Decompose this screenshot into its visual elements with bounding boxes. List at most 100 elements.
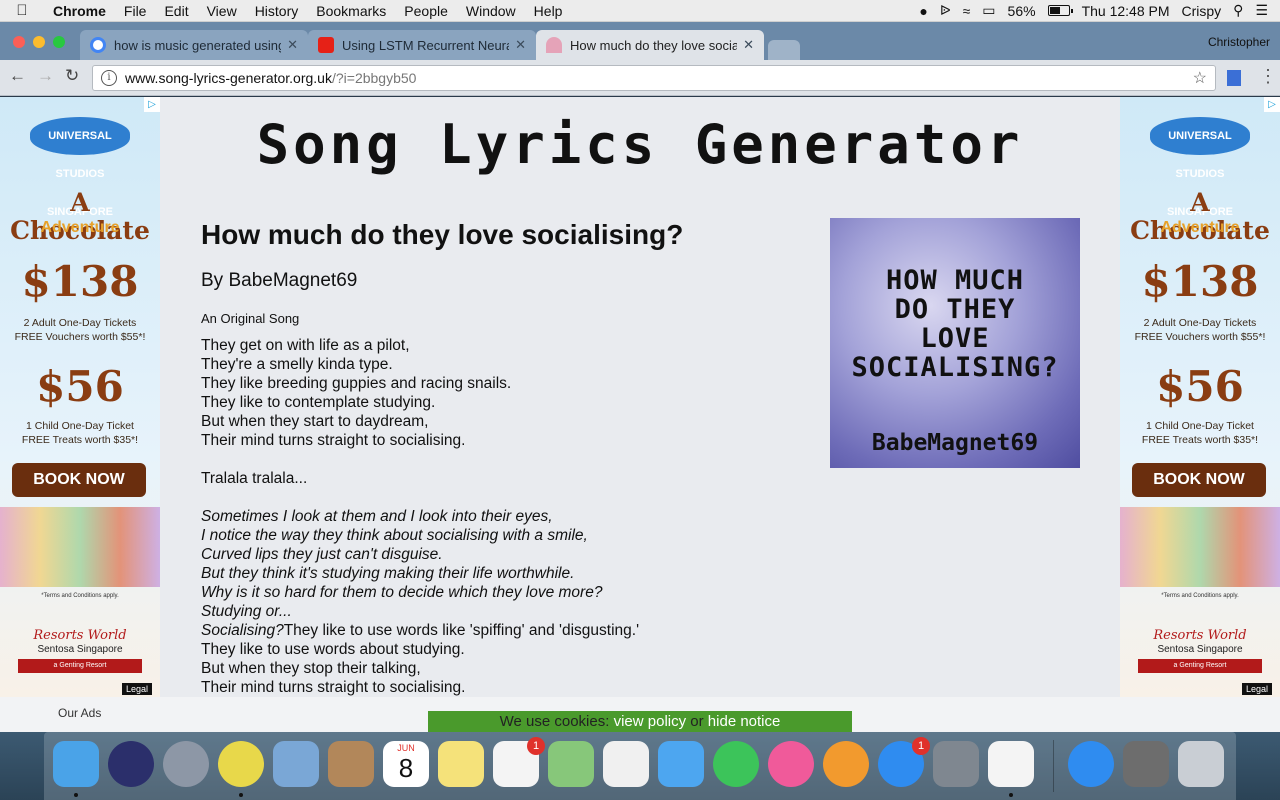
dock: JUN 8 1 1 — [0, 732, 1280, 800]
bookmark-star-icon[interactable]: ☆ — [1193, 68, 1207, 88]
tab-song-lyrics[interactable]: How much do they love sociali ✕ — [536, 30, 764, 60]
ad-book-now-button[interactable]: BOOK NOW — [1132, 463, 1266, 497]
apple-icon[interactable]:  — [0, 2, 44, 19]
dock-badge: 1 — [527, 737, 545, 755]
menu-view[interactable]: View — [198, 3, 246, 19]
photos-icon[interactable] — [603, 741, 649, 787]
google-icon — [90, 37, 106, 53]
right-ad-banner[interactable]: ▷ UNIVERSAL STUDIOS SINGAPORE A Chocolat… — [1120, 97, 1280, 697]
cookie-or: or — [690, 713, 704, 730]
tab-bar: how is music generated using ✕ Using LST… — [0, 22, 1280, 60]
itunes-icon[interactable] — [768, 741, 814, 787]
menu-edit[interactable]: Edit — [155, 3, 197, 19]
close-tab-icon[interactable]: ✕ — [287, 37, 298, 53]
notification-center-icon[interactable]: ☰ — [1255, 2, 1268, 19]
finder-icon[interactable] — [53, 741, 99, 787]
ad-brand-logo: UNIVERSAL STUDIOS SINGAPORE — [1150, 117, 1250, 218]
zoom-window-button[interactable] — [53, 36, 65, 48]
downloads-stack-icon[interactable] — [1123, 741, 1169, 787]
facetime-icon[interactable] — [713, 741, 759, 787]
contacts-icon[interactable] — [328, 741, 374, 787]
close-tab-icon[interactable]: ✕ — [515, 37, 526, 53]
address-bar[interactable]: i www.song-lyrics-generator.org.uk /?i=2… — [92, 65, 1216, 91]
site-title[interactable]: Song Lyrics Generator — [160, 113, 1120, 176]
ad-sponsor-name: Resorts World — [1153, 628, 1247, 643]
battery-icon[interactable] — [1047, 5, 1073, 16]
clock[interactable]: Thu 12:48 PM — [1082, 3, 1170, 19]
spotlight-icon[interactable]: ⚲ — [1233, 2, 1243, 19]
lyrics-line-text: Socialising? — [201, 622, 284, 639]
lyrics-stanza-gap — [201, 488, 761, 507]
launchpad-icon[interactable] — [163, 741, 209, 787]
app-store-folder-icon[interactable] — [1068, 741, 1114, 787]
user-name[interactable]: Crispy — [1182, 3, 1222, 19]
profile-name[interactable]: Christopher — [1208, 35, 1270, 49]
song-lyrics: They get on with life as a pilot, They're… — [201, 336, 761, 732]
ad-sponsor-bar: a Genting Resort — [18, 659, 142, 673]
menu-bookmarks[interactable]: Bookmarks — [307, 3, 395, 19]
menu-window[interactable]: Window — [457, 3, 525, 19]
trash-icon[interactable] — [1178, 741, 1224, 787]
menu-history[interactable]: History — [246, 3, 308, 19]
calendar-icon[interactable]: JUN 8 — [383, 741, 429, 787]
chrome-menu-icon[interactable]: ⋮ — [1259, 66, 1277, 87]
notes-icon[interactable] — [438, 741, 484, 787]
info-icon[interactable]: i — [101, 70, 117, 86]
textedit-icon[interactable] — [988, 741, 1034, 787]
siri-icon[interactable] — [108, 741, 154, 787]
ad-legal-link[interactable]: Legal — [1241, 683, 1272, 695]
close-tab-icon[interactable]: ✕ — [743, 37, 754, 53]
ad-terms: *Terms and Conditions apply. — [1161, 593, 1239, 599]
minimize-window-button[interactable] — [33, 36, 45, 48]
messages-icon[interactable] — [658, 741, 704, 787]
menu-file[interactable]: File — [115, 3, 156, 19]
ad-desc-line: 1 Child One-Day Ticket — [1146, 420, 1254, 432]
adchoices-icon[interactable]: ▷ — [1264, 97, 1280, 112]
system-preferences-icon[interactable] — [933, 741, 979, 787]
running-indicator — [1009, 793, 1013, 797]
maps-icon[interactable] — [548, 741, 594, 787]
lyrics-line-text: They like to contemplate studying. — [201, 394, 436, 411]
view-policy-link[interactable]: view policy — [614, 713, 687, 730]
ad-legal-link[interactable]: Legal — [121, 683, 152, 695]
lyrics-line-text: Why is it so hard for them to decide whi… — [201, 584, 603, 601]
ad-price-adult: $138 — [21, 257, 139, 306]
our-ads-link[interactable]: Our Ads — [58, 706, 101, 720]
menu-help[interactable]: Help — [525, 3, 572, 19]
mail-icon[interactable] — [273, 741, 319, 787]
close-window-button[interactable] — [13, 36, 25, 48]
ad-sponsor-logo: Resorts World Sentosa Singapore a Genting … — [18, 628, 142, 673]
airplay-icon[interactable]: ▭ — [982, 2, 995, 19]
forward-icon[interactable]: → — [37, 66, 54, 86]
menu-people[interactable]: People — [395, 3, 457, 19]
left-ad-banner[interactable]: ▷ UNIVERSAL STUDIOS SINGAPORE A Chocolat… — [0, 97, 160, 697]
ad-desc-line: FREE Treats worth $35*! — [1141, 434, 1259, 446]
dock-badge: 1 — [912, 737, 930, 755]
song-byline: By BabeMagnet69 — [201, 270, 358, 291]
wifi-icon[interactable]: ≈ — [963, 3, 971, 19]
ad-book-now-button[interactable]: BOOK NOW — [12, 463, 146, 497]
new-tab-button[interactable] — [768, 40, 800, 60]
reminders-icon[interactable]: 1 — [493, 737, 545, 787]
cookie-notice: We use cookies: view policy or hide noti… — [428, 711, 852, 732]
cover-title: HOW MUCH DO THEY LOVE SOCIALISING? — [830, 266, 1080, 382]
menu-chrome[interactable]: Chrome — [44, 3, 115, 19]
ad-desc-child: 1 Child One-Day Ticket FREE Treats worth … — [1120, 419, 1280, 447]
cookie-text: We use cookies: — [499, 713, 610, 730]
tab-youtube[interactable]: Using LSTM Recurrent Neural ✕ — [308, 30, 536, 60]
adchoices-icon[interactable]: ▷ — [144, 97, 160, 112]
back-icon[interactable]: ← — [9, 66, 26, 86]
bluetooth-icon[interactable]: ᐉ — [940, 2, 951, 19]
battery-percent[interactable]: 56% — [1008, 3, 1036, 19]
chrome-icon[interactable] — [218, 741, 264, 787]
hide-notice-link[interactable]: hide notice — [708, 713, 781, 730]
ibooks-icon[interactable] — [823, 741, 869, 787]
tab-google-search[interactable]: how is music generated using ✕ — [80, 30, 308, 60]
reload-icon[interactable]: ↻ — [65, 66, 79, 86]
app-store-icon[interactable]: 1 — [878, 737, 930, 787]
bookmark-extension-icon[interactable] — [1227, 70, 1241, 86]
lyrics-line: Why is it so hard for them to decide whi… — [201, 583, 761, 602]
ad-sponsor-name: Resorts World — [33, 628, 127, 643]
web-page: ▷ UNIVERSAL STUDIOS SINGAPORE A Chocolat… — [0, 97, 1280, 732]
evernote-icon[interactable]: ● — [919, 3, 927, 19]
